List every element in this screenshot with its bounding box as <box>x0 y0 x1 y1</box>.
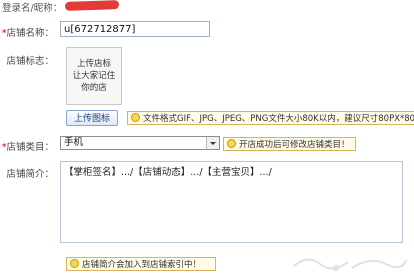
store-intro-textarea[interactable]: 【掌柜签名】.../【店铺动态】.../【主营宝贝】.../ <box>60 161 403 243</box>
logo-format-tip: 文件格式GIF、JPG、JPEG、PNG文件大小80K以内，建议尺寸80PX*8… <box>127 111 414 125</box>
intro-tip-text: 店铺简介会加入到店铺索引中！ <box>82 260 202 270</box>
store-category-label: *店铺类目： <box>0 139 54 153</box>
logo-placeholder-line-2: 让大家记住 <box>72 71 116 81</box>
store-category-select[interactable]: 手机 <box>60 136 220 150</box>
lightbulb-icon <box>131 113 140 122</box>
upload-icon-button[interactable]: 上传图标 <box>66 110 118 126</box>
lightbulb-icon <box>70 259 79 268</box>
store-name-label-text: 店铺名称： <box>6 28 54 39</box>
dropdown-arrow-icon[interactable] <box>206 137 219 149</box>
category-tip: 开店成功后可修改店铺类目！ <box>223 137 356 151</box>
store-intro-label: 店铺简介： <box>6 169 54 180</box>
intro-tip: 店铺简介会加入到店铺索引中！ <box>66 257 216 271</box>
logo-placeholder-line-3: 你的店 <box>81 83 107 93</box>
store-name-input[interactable] <box>60 21 210 37</box>
store-name-label: *店铺名称： <box>0 25 54 39</box>
watermark-logo <box>293 258 407 271</box>
category-tip-text: 开店成功后可修改店铺类目！ <box>239 140 350 150</box>
lightbulb-icon <box>227 139 236 148</box>
login-name-label: 登录名/昵称： <box>2 3 63 14</box>
category-selected-value: 手机 <box>64 137 84 148</box>
logo-placeholder-text: 上传店标 让大家记住 你的店 <box>73 58 116 94</box>
logo-format-tip-text: 文件格式GIF、JPG、JPEG、PNG文件大小80K以内，建议尺寸80PX*8… <box>143 114 414 124</box>
login-name-redacted <box>64 0 120 11</box>
store-logo-label: 店铺标志： <box>6 56 54 67</box>
logo-placeholder-line-1: 上传店标 <box>76 59 111 69</box>
logo-upload-area[interactable]: 上传店标 让大家记住 你的店 <box>66 47 122 105</box>
store-category-label-text: 店铺类目： <box>6 142 54 153</box>
